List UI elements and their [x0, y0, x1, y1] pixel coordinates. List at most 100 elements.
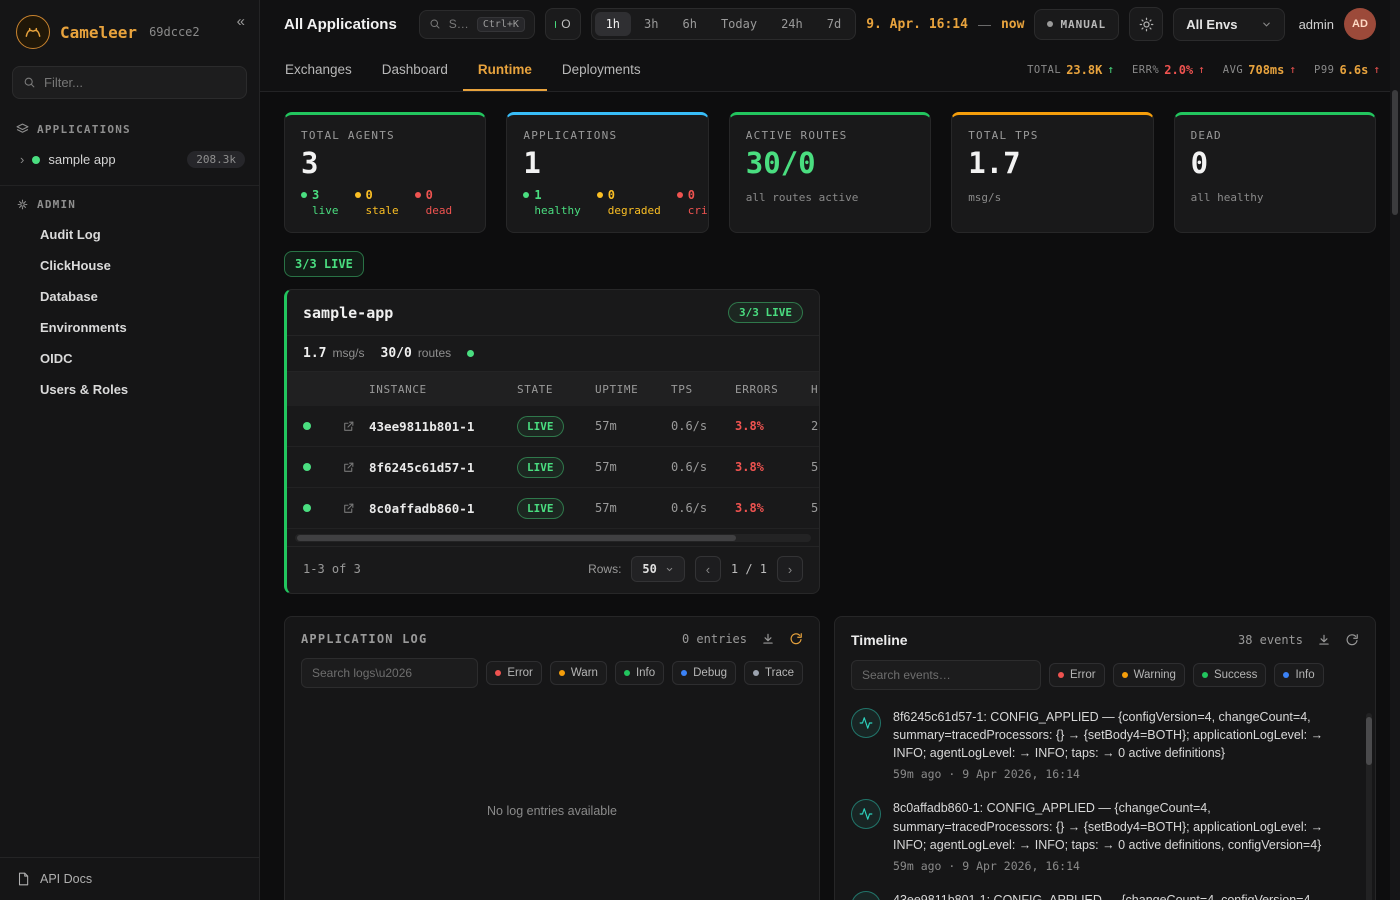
sidebar-item-audit-log[interactable]: Audit Log [0, 219, 259, 250]
sidebar-item-oidc[interactable]: OIDC [0, 343, 259, 374]
scrollbar-thumb[interactable] [1366, 717, 1372, 765]
tab-exchanges[interactable]: Exchanges [270, 48, 367, 91]
sidebar-item-database[interactable]: Database [0, 281, 259, 312]
stat-card-total-tps: TOTAL TPS 1.7 msg/s [951, 112, 1153, 233]
timeline-filter-error[interactable]: Error [1049, 663, 1105, 687]
application-log-panel: APPLICATION LOG 0 entries Error War [284, 616, 820, 900]
download-icon[interactable] [1317, 633, 1331, 647]
external-link-icon[interactable] [327, 461, 369, 474]
time-range-today[interactable]: Today [710, 12, 768, 36]
env-select[interactable]: All Envs [1173, 8, 1284, 41]
scrollbar-thumb[interactable] [1392, 90, 1398, 215]
log-filter-error[interactable]: Error [486, 661, 542, 685]
header-stats: TOTAL 23.8K ↑ ERR% 2.0% ↑ AVG 708ms ↑ P9… [1027, 48, 1380, 91]
sidebar-collapse-button[interactable]: « [237, 13, 245, 30]
api-docs-link[interactable]: API Docs [0, 857, 259, 900]
page-indicator: 1 / 1 [731, 562, 767, 576]
timeline-filter-info[interactable]: Info [1274, 663, 1323, 687]
stat-card-active-routes: ACTIVE ROUTES 30/0 all routes active [729, 112, 931, 233]
theme-toggle-button[interactable] [1129, 7, 1163, 41]
search-icon [23, 76, 36, 89]
refresh-icon[interactable] [789, 632, 803, 646]
rows-per-page-label: Rows: [588, 562, 621, 576]
time-now-label[interactable]: now [1001, 17, 1024, 32]
horizontal-scrollbar[interactable] [295, 534, 811, 542]
table-row[interactable]: 43ee9811b801-1 LIVE 57m 0.6/s 3.8% 2 [287, 406, 819, 447]
app-live-badge: 3/3 LIVE [728, 302, 803, 323]
refresh-icon[interactable] [1345, 633, 1359, 647]
timeline-events-list: 8f6245c61d57-1: CONFIG_APPLIED — {config… [835, 702, 1375, 900]
instances-table: INSTANCE STATE UPTIME TPS ERRORS H 43ee9… [287, 372, 819, 546]
log-search-input[interactable] [301, 658, 478, 688]
prev-page-button[interactable]: ‹ [695, 556, 721, 582]
app-version: 69dcce2 [149, 25, 200, 39]
online-indicator[interactable]: O [545, 8, 581, 40]
event-timestamp: 59m ago · 9 Apr 2026, 16:14 [893, 767, 1355, 781]
timeline-event[interactable]: 8c0affadb860-1: CONFIG_APPLIED — {change… [851, 799, 1355, 872]
global-search[interactable]: S… Ctrl+K [419, 10, 535, 39]
event-message: 8c0affadb860-1: CONFIG_APPLIED — {change… [893, 799, 1355, 853]
event-message: 43ee9811b801-1: CONFIG_APPLIED — {change… [893, 891, 1314, 900]
admin-section-header: ADMIN [0, 188, 259, 219]
timeline-event[interactable]: 8f6245c61d57-1: CONFIG_APPLIED — {config… [851, 708, 1355, 781]
search-shortcut-kbd: Ctrl+K [477, 17, 525, 32]
table-row[interactable]: 8f6245c61d57-1 LIVE 57m 0.6/s 3.8% 5 [287, 447, 819, 488]
sidebar-item-clickhouse[interactable]: ClickHouse [0, 250, 259, 281]
trend-up-icon: ↑ [1373, 63, 1380, 76]
sidebar: Cameleer 69dcce2 « APPLICATIONS › sample… [0, 0, 260, 900]
download-icon[interactable] [761, 632, 775, 646]
gear-icon [16, 198, 29, 211]
log-filter-warn[interactable]: Warn [550, 661, 607, 685]
manual-refresh-button[interactable]: MANUAL [1034, 9, 1119, 40]
applications-section-header: APPLICATIONS [0, 113, 259, 144]
external-link-icon[interactable] [327, 420, 369, 433]
time-range-7d[interactable]: 7d [816, 12, 852, 36]
table-row[interactable]: 8c0affadb860-1 LIVE 57m 0.6/s 3.8% 5 [287, 488, 819, 529]
page-scrollbar[interactable] [1390, 0, 1400, 900]
tab-runtime[interactable]: Runtime [463, 48, 547, 91]
state-badge: LIVE [517, 457, 564, 478]
app-title: Cameleer [60, 23, 137, 42]
sidebar-filter[interactable] [12, 66, 247, 99]
external-link-icon[interactable] [327, 502, 369, 515]
time-range-group: 1h 3h 6h Today 24h 7d [591, 8, 857, 40]
timeline-event[interactable]: 43ee9811b801-1: CONFIG_APPLIED — {change… [851, 891, 1355, 900]
time-range-3h[interactable]: 3h [633, 12, 669, 36]
success-dot [1202, 672, 1208, 678]
next-page-button[interactable]: › [777, 556, 803, 582]
tab-dashboard[interactable]: Dashboard [367, 48, 463, 91]
page-title: All Applications [284, 16, 397, 33]
mini-stat-critical: 0critical [677, 188, 709, 218]
sidebar-header: Cameleer 69dcce2 « [0, 0, 259, 62]
layers-icon [16, 123, 29, 136]
sidebar-filter-input[interactable] [44, 75, 236, 90]
sidebar-item-users-roles[interactable]: Users & Roles [0, 374, 259, 405]
time-range-1h[interactable]: 1h [595, 12, 631, 36]
debug-dot [681, 670, 687, 676]
mini-stat-live: 3live [301, 188, 339, 218]
time-range-6h[interactable]: 6h [671, 12, 707, 36]
time-range-24h[interactable]: 24h [770, 12, 814, 36]
routes-unit: routes [418, 346, 451, 360]
rows-per-page-select[interactable]: 50 [631, 556, 684, 582]
tab-deployments[interactable]: Deployments [547, 48, 656, 91]
error-dot [495, 670, 501, 676]
activity-icon [851, 799, 881, 829]
sidebar-item-sample-app[interactable]: › sample app 208.3k [0, 144, 259, 175]
time-separator: — [978, 17, 991, 32]
log-entries-count: 0 entries [682, 632, 747, 646]
avatar[interactable]: AD [1344, 8, 1376, 40]
search-icon [429, 18, 441, 30]
log-filter-info[interactable]: Info [615, 661, 664, 685]
timestamp-display[interactable]: 9. Apr. 16:14 [866, 17, 968, 32]
timeline-filter-success[interactable]: Success [1193, 663, 1266, 687]
timeline-search-input[interactable] [851, 660, 1041, 690]
timeline-scrollbar[interactable] [1366, 713, 1372, 900]
scrollbar-thumb[interactable] [297, 535, 736, 541]
status-dot [301, 192, 307, 198]
log-filter-debug[interactable]: Debug [672, 661, 736, 685]
trend-up-icon: ↑ [1198, 63, 1205, 76]
timeline-filter-warning[interactable]: Warning [1113, 663, 1185, 687]
log-filter-trace[interactable]: Trace [744, 661, 803, 685]
sidebar-item-environments[interactable]: Environments [0, 312, 259, 343]
